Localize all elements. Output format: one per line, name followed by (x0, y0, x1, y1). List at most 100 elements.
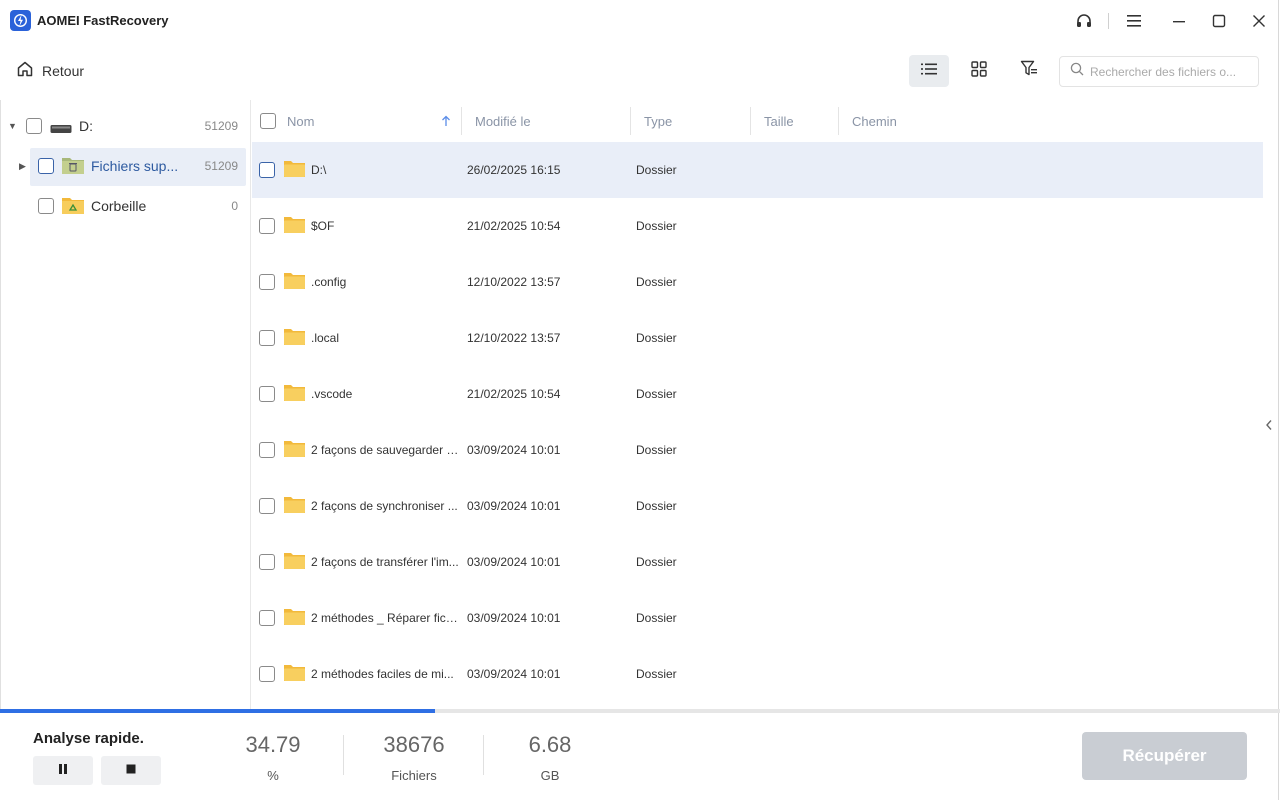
row-checkbox[interactable] (259, 218, 275, 234)
app-title: AOMEI FastRecovery (37, 13, 169, 28)
table-row[interactable]: 2 façons de synchroniser ... 03/09/2024 … (252, 478, 1263, 534)
file-type: Dossier (636, 499, 677, 513)
file-type: Dossier (636, 387, 677, 401)
filter-button[interactable] (1009, 55, 1049, 87)
column-header-modified[interactable]: Modifié le (475, 114, 531, 129)
table-row[interactable]: .local 12/10/2022 13:57 Dossier (252, 310, 1263, 366)
row-checkbox[interactable] (259, 666, 275, 682)
tree-item-recycle-bin[interactable]: Corbeille 0 (1, 188, 252, 224)
folder-icon (283, 159, 306, 183)
row-checkbox[interactable] (259, 330, 275, 346)
column-divider[interactable] (750, 107, 751, 135)
file-type: Dossier (636, 611, 677, 625)
tree-checkbox[interactable] (38, 158, 54, 174)
support-headset-icon[interactable] (1071, 8, 1097, 34)
scan-status-title: Analyse rapide. (33, 730, 144, 747)
grid-view-button[interactable] (959, 55, 999, 87)
folder-icon (283, 439, 306, 463)
file-type: Dossier (636, 555, 677, 569)
folder-icon (283, 215, 306, 239)
files-label: Fichiers (391, 768, 437, 783)
file-modified: 21/02/2025 10:54 (467, 219, 561, 233)
pause-button[interactable] (33, 756, 93, 785)
column-header-name[interactable]: Nom (287, 114, 314, 129)
stat-divider (343, 735, 344, 775)
tree-item-deleted-files[interactable]: ▶ Fichiers sup... 51209 (1, 148, 252, 186)
deleted-folder-icon (61, 154, 85, 181)
table-row[interactable]: 2 méthodes _ Réparer fich... 03/09/2024 … (252, 590, 1263, 646)
table-row[interactable]: 2 méthodes faciles de mi... 03/09/2024 1… (252, 646, 1263, 702)
status-bar: Analyse rapide. 34.79 % 38676 Fichiers 6… (0, 713, 1280, 800)
file-name: .config (311, 275, 347, 289)
list-view-button[interactable] (909, 55, 949, 87)
file-name: 2 méthodes _ Réparer fich... (311, 611, 461, 625)
file-name: 2 façons de sauvegarder s... (311, 443, 461, 457)
file-name: .vscode (311, 387, 353, 401)
column-header-type[interactable]: Type (644, 114, 672, 129)
column-divider[interactable] (838, 107, 839, 135)
recycle-bin-icon (61, 194, 85, 221)
search-box[interactable] (1059, 56, 1259, 87)
table-header: Nom Modifié le Type Taille Chemin (252, 100, 1263, 142)
search-input[interactable] (1090, 64, 1250, 79)
row-checkbox[interactable] (259, 386, 275, 402)
tree-checkbox[interactable] (26, 118, 42, 134)
toolbar: Retour (0, 42, 1280, 100)
table-row[interactable]: D:\ 26/02/2025 16:15 Dossier (252, 142, 1263, 198)
select-all-checkbox[interactable] (260, 113, 276, 129)
tree-checkbox[interactable] (38, 198, 54, 214)
file-type: Dossier (636, 443, 677, 457)
size-label: GB (540, 768, 560, 783)
caret-right-icon[interactable]: ▶ (19, 161, 26, 172)
percent-label: % (267, 768, 279, 783)
table-row[interactable]: 2 façons de sauvegarder s... 03/09/2024 … (252, 422, 1263, 478)
folder-icon (283, 383, 306, 407)
column-divider[interactable] (630, 107, 631, 135)
file-name: 2 façons de synchroniser ... (311, 499, 458, 513)
maximize-icon[interactable] (1206, 8, 1232, 34)
recover-button[interactable]: Récupérer (1082, 732, 1247, 780)
column-header-path[interactable]: Chemin (852, 114, 897, 129)
table-row[interactable]: $OF 21/02/2025 10:54 Dossier (252, 198, 1263, 254)
size-value: 6.68 (528, 732, 572, 757)
filter-icon (1020, 60, 1038, 82)
file-name: .local (311, 331, 340, 345)
row-checkbox[interactable] (259, 442, 275, 458)
app-logo-icon (10, 10, 31, 31)
files-value: 38676 (383, 732, 445, 757)
collapse-panel-chevron-left-icon[interactable] (1263, 416, 1275, 434)
sort-ascending-icon[interactable] (441, 114, 451, 132)
row-checkbox[interactable] (259, 498, 275, 514)
menu-icon[interactable] (1121, 8, 1147, 34)
row-checkbox[interactable] (259, 554, 275, 570)
file-modified: 21/02/2025 10:54 (467, 387, 561, 401)
window-border (1278, 0, 1279, 800)
file-type: Dossier (636, 219, 677, 233)
table-row[interactable]: 2 façons de transférer l'im... 03/09/202… (252, 534, 1263, 590)
titlebar-divider (1108, 13, 1109, 29)
row-checkbox[interactable] (259, 162, 275, 178)
table-row[interactable]: .vscode 21/02/2025 10:54 Dossier (252, 366, 1263, 422)
stop-icon (125, 762, 137, 780)
file-modified: 12/10/2022 13:57 (467, 275, 561, 289)
home-icon (16, 60, 34, 83)
column-divider[interactable] (461, 107, 462, 135)
file-modified: 03/09/2024 10:01 (467, 499, 561, 513)
search-icon (1070, 62, 1084, 81)
tree-label: Fichiers sup... (91, 158, 179, 174)
row-checkbox[interactable] (259, 274, 275, 290)
file-name: 2 façons de transférer l'im... (311, 555, 459, 569)
stop-button[interactable] (101, 756, 161, 785)
file-modified: 03/09/2024 10:01 (467, 667, 561, 681)
close-icon[interactable] (1246, 8, 1272, 34)
tree-label: D: (79, 118, 93, 134)
column-header-size[interactable]: Taille (764, 114, 794, 129)
caret-down-icon[interactable]: ▼ (8, 121, 17, 131)
row-checkbox[interactable] (259, 610, 275, 626)
back-button[interactable]: Retour (16, 60, 84, 82)
table-row[interactable]: .config 12/10/2022 13:57 Dossier (252, 254, 1263, 310)
minimize-icon[interactable] (1166, 8, 1192, 34)
tree-count: 51209 (204, 119, 238, 133)
file-type: Dossier (636, 275, 677, 289)
tree-item-drive-d[interactable]: ▼ D: 51209 (1, 108, 252, 144)
